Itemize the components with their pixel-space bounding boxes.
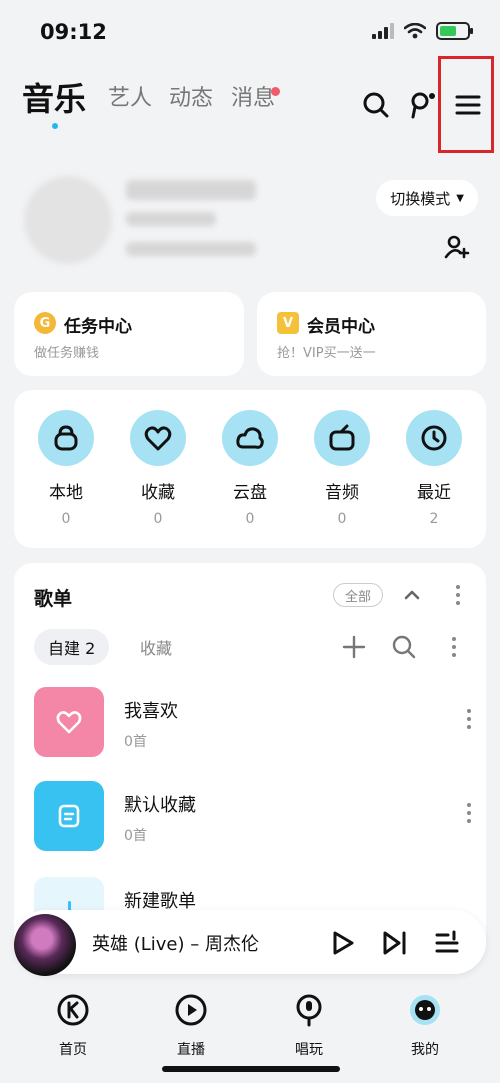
quick-favorites[interactable]: 收藏 0 bbox=[128, 410, 188, 527]
wifi-icon bbox=[404, 23, 426, 39]
nav-home[interactable]: 首页 bbox=[38, 993, 108, 1059]
tab-messages[interactable]: 消息 bbox=[231, 80, 275, 112]
task-center-title: 任务中心 bbox=[64, 317, 132, 337]
playlist-count: 0首 bbox=[124, 828, 147, 844]
playlist-section-title: 歌单 bbox=[34, 588, 73, 610]
quick-local[interactable]: 本地 0 bbox=[36, 410, 96, 527]
battery-icon bbox=[436, 22, 473, 40]
status-icons bbox=[372, 20, 473, 42]
subtab-more-icon[interactable] bbox=[452, 637, 456, 657]
active-tab-indicator bbox=[52, 123, 58, 129]
quick-audio[interactable]: 音频 0 bbox=[312, 410, 372, 527]
playlist-item[interactable]: 默认收藏 0首 bbox=[34, 781, 474, 853]
add-icon[interactable] bbox=[342, 635, 366, 659]
quick-count: 0 bbox=[337, 511, 347, 527]
quick-label: 收藏 bbox=[141, 483, 175, 503]
vip-center-card[interactable]: V 会员中心 抢！VIP买一送一 bbox=[257, 292, 486, 376]
vip-diamond-icon: V bbox=[277, 312, 299, 334]
play-icon[interactable] bbox=[330, 930, 356, 956]
tab-artists[interactable]: 艺人 bbox=[108, 80, 152, 112]
heart-cover-icon bbox=[34, 687, 104, 757]
level-blurred bbox=[126, 212, 216, 226]
playlist-queue-icon[interactable] bbox=[434, 930, 460, 956]
tab-moments[interactable]: 动态 bbox=[169, 80, 213, 112]
microphone-icon[interactable] bbox=[408, 90, 438, 120]
cloud-icon bbox=[222, 410, 278, 466]
quick-access-card: 本地 0 收藏 0 云盘 0 音频 0 最近 2 bbox=[14, 390, 486, 548]
home-indicator bbox=[162, 1066, 340, 1072]
status-time: 09:12 bbox=[40, 20, 107, 44]
quick-count: 2 bbox=[429, 511, 439, 527]
profile-area: 切换模式 ▼ bbox=[14, 150, 486, 280]
quick-recent[interactable]: 最近 2 bbox=[404, 410, 464, 527]
tab-music[interactable]: 音乐 bbox=[22, 74, 86, 120]
playlist-search-icon[interactable] bbox=[392, 635, 416, 659]
k-logo-icon bbox=[57, 994, 89, 1026]
top-nav: 音乐 艺人 动态 消息 bbox=[0, 70, 500, 130]
quick-label: 最近 bbox=[417, 483, 451, 503]
clock-icon bbox=[406, 410, 462, 466]
live-play-icon bbox=[175, 994, 207, 1026]
nav-label: 唱玩 bbox=[295, 1042, 323, 1058]
caret-down-icon: ▼ bbox=[456, 192, 464, 204]
quick-label: 云盘 bbox=[233, 483, 267, 503]
playlist-count: 0首 bbox=[124, 734, 147, 750]
quick-count: 0 bbox=[153, 511, 163, 527]
unread-dot bbox=[271, 87, 280, 96]
radio-icon bbox=[314, 410, 370, 466]
mine-face-icon bbox=[410, 995, 440, 1025]
nav-sing[interactable]: 唱玩 bbox=[274, 993, 344, 1059]
album-cover[interactable] bbox=[14, 914, 76, 976]
switch-mode-button[interactable]: 切换模式 ▼ bbox=[376, 180, 478, 216]
nav-label: 首页 bbox=[59, 1042, 87, 1058]
menu-highlight-annotation bbox=[438, 56, 494, 153]
chevron-up-icon[interactable] bbox=[402, 585, 422, 605]
playlist-card: 歌单 全部 自建 2 收藏 我喜欢 0首 默认收藏 0首 新建歌单 bbox=[14, 563, 486, 963]
coin-icon: G bbox=[34, 312, 56, 334]
nav-mine[interactable]: 我的 bbox=[390, 993, 460, 1059]
subtab-collected[interactable]: 收藏 bbox=[126, 629, 186, 665]
bag-icon bbox=[38, 410, 94, 466]
nav-label: 直播 bbox=[177, 1042, 205, 1058]
vip-center-subtitle: 抢！VIP买一送一 bbox=[277, 346, 376, 361]
stats-blurred bbox=[126, 242, 256, 256]
more-options-icon[interactable] bbox=[456, 585, 460, 605]
vip-center-title: 会员中心 bbox=[307, 317, 375, 337]
signal-icon bbox=[372, 23, 394, 39]
playlist-more-icon[interactable] bbox=[464, 709, 474, 735]
quick-cloud[interactable]: 云盘 0 bbox=[220, 410, 280, 527]
nav-live[interactable]: 直播 bbox=[156, 993, 226, 1059]
quick-count: 0 bbox=[61, 511, 71, 527]
quick-label: 本地 bbox=[49, 483, 83, 503]
subtab-created[interactable]: 自建 2 bbox=[34, 629, 110, 665]
username-blurred bbox=[126, 180, 256, 200]
task-center-card[interactable]: G 任务中心 做任务赚钱 bbox=[14, 292, 244, 376]
task-center-subtitle: 做任务赚钱 bbox=[34, 346, 100, 361]
now-playing-title: 英雄 (Live) – 周杰伦 bbox=[92, 934, 259, 955]
switch-mode-label: 切换模式 bbox=[390, 189, 451, 208]
mic-icon bbox=[296, 994, 322, 1027]
search-icon[interactable] bbox=[361, 90, 391, 120]
heart-icon bbox=[130, 410, 186, 466]
add-friend-icon[interactable] bbox=[444, 234, 470, 260]
quick-count: 0 bbox=[245, 511, 255, 527]
avatar[interactable] bbox=[24, 176, 112, 264]
status-bar: 09:12 bbox=[0, 0, 500, 60]
note-cover-icon bbox=[34, 781, 104, 851]
nav-label: 我的 bbox=[411, 1042, 439, 1058]
playlist-more-icon[interactable] bbox=[464, 803, 474, 829]
mini-player[interactable]: 英雄 (Live) – 周杰伦 bbox=[14, 910, 486, 976]
playlist-name: 我喜欢 bbox=[124, 701, 178, 722]
next-track-icon[interactable] bbox=[382, 930, 408, 956]
playlist-name: 默认收藏 bbox=[124, 795, 196, 816]
quick-label: 音频 bbox=[325, 483, 359, 503]
playlist-item[interactable]: 我喜欢 0首 bbox=[34, 687, 474, 759]
all-button[interactable]: 全部 bbox=[333, 583, 383, 607]
